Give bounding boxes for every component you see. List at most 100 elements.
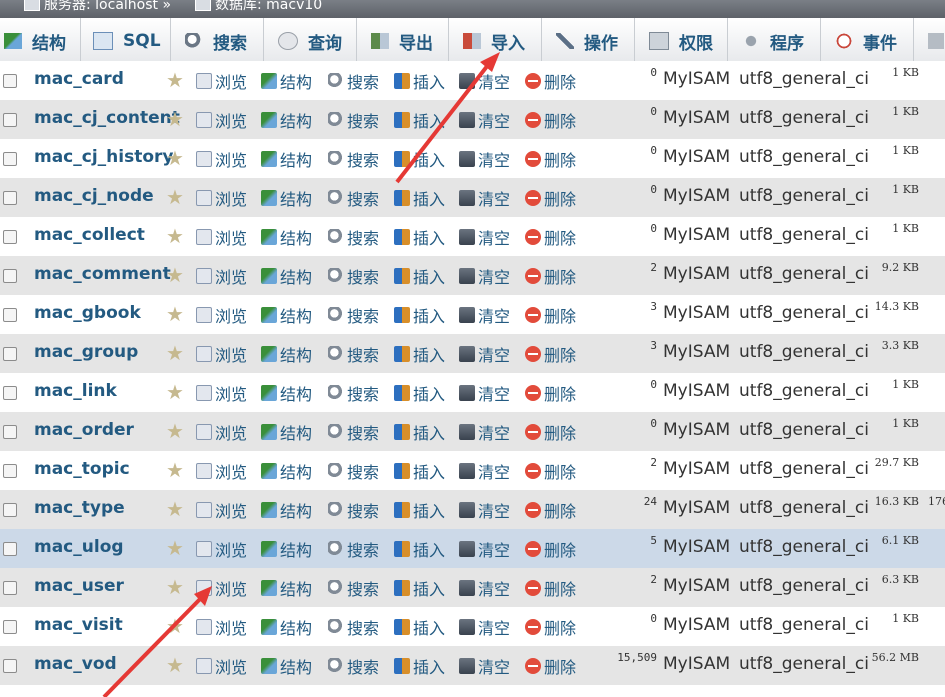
tab-query[interactable]: 查询 bbox=[264, 18, 357, 64]
table-name-link[interactable]: mac_vod bbox=[34, 654, 117, 674]
star-icon[interactable]: ★ bbox=[166, 538, 184, 558]
tab-structure[interactable]: 结构 bbox=[0, 18, 81, 64]
drop-action[interactable]: 删除 bbox=[525, 264, 576, 288]
drop-action[interactable]: 删除 bbox=[525, 420, 576, 444]
table-row[interactable]: mac_gbook ★ 浏览 结构 搜索 插入 清空 删除 3 MyISAM utf8_genera… bbox=[0, 295, 945, 334]
insert-action[interactable]: 插入 bbox=[394, 381, 445, 405]
insert-action[interactable]: 插入 bbox=[394, 225, 445, 249]
browse-action[interactable]: 浏览 bbox=[196, 147, 247, 171]
search-action[interactable]: 搜索 bbox=[328, 225, 379, 249]
drop-action[interactable]: 删除 bbox=[525, 225, 576, 249]
star-icon[interactable]: ★ bbox=[166, 655, 184, 675]
empty-action[interactable]: 清空 bbox=[459, 420, 510, 444]
table-row[interactable]: mac_user ★ 浏览 结构 搜索 插入 清空 删除 2 MyISAM utf8_general… bbox=[0, 568, 945, 607]
search-action[interactable]: 搜索 bbox=[328, 537, 379, 561]
table-name-link[interactable]: mac_collect bbox=[34, 225, 145, 245]
empty-action[interactable]: 清空 bbox=[459, 537, 510, 561]
drop-action[interactable]: 删除 bbox=[525, 498, 576, 522]
empty-action[interactable]: 清空 bbox=[459, 342, 510, 366]
structure-action[interactable]: 结构 bbox=[261, 381, 312, 405]
browse-action[interactable]: 浏览 bbox=[196, 420, 247, 444]
row-checkbox[interactable] bbox=[3, 659, 17, 673]
search-action[interactable]: 搜索 bbox=[328, 108, 379, 132]
insert-action[interactable]: 插入 bbox=[394, 615, 445, 639]
empty-action[interactable]: 清空 bbox=[459, 264, 510, 288]
browse-action[interactable]: 浏览 bbox=[196, 576, 247, 600]
browse-action[interactable]: 浏览 bbox=[196, 498, 247, 522]
star-icon[interactable]: ★ bbox=[166, 460, 184, 480]
tab-more[interactable] bbox=[914, 18, 945, 64]
drop-action[interactable]: 删除 bbox=[525, 108, 576, 132]
row-checkbox[interactable] bbox=[3, 464, 17, 478]
structure-action[interactable]: 结构 bbox=[261, 459, 312, 483]
drop-action[interactable]: 删除 bbox=[525, 537, 576, 561]
row-checkbox[interactable] bbox=[3, 386, 17, 400]
browse-action[interactable]: 浏览 bbox=[196, 303, 247, 327]
search-action[interactable]: 搜索 bbox=[328, 498, 379, 522]
browse-action[interactable]: 浏览 bbox=[196, 225, 247, 249]
table-name-link[interactable]: mac_link bbox=[34, 381, 117, 401]
insert-action[interactable]: 插入 bbox=[394, 342, 445, 366]
browse-action[interactable]: 浏览 bbox=[196, 537, 247, 561]
insert-action[interactable]: 插入 bbox=[394, 498, 445, 522]
star-icon[interactable]: ★ bbox=[166, 265, 184, 285]
drop-action[interactable]: 删除 bbox=[525, 342, 576, 366]
structure-action[interactable]: 结构 bbox=[261, 342, 312, 366]
search-action[interactable]: 搜索 bbox=[328, 420, 379, 444]
structure-action[interactable]: 结构 bbox=[261, 303, 312, 327]
search-action[interactable]: 搜索 bbox=[328, 576, 379, 600]
table-row[interactable]: mac_topic ★ 浏览 结构 搜索 插入 清空 删除 2 MyISAM utf8_genera… bbox=[0, 451, 945, 490]
insert-action[interactable]: 插入 bbox=[394, 264, 445, 288]
row-checkbox[interactable] bbox=[3, 542, 17, 556]
empty-action[interactable]: 清空 bbox=[459, 615, 510, 639]
empty-action[interactable]: 清空 bbox=[459, 303, 510, 327]
structure-action[interactable]: 结构 bbox=[261, 537, 312, 561]
table-row[interactable]: mac_collect ★ 浏览 结构 搜索 插入 清空 删除 0 MyISAM utf8_gene… bbox=[0, 217, 945, 256]
table-row[interactable]: mac_vod ★ 浏览 结构 搜索 插入 清空 删除 15,509 MyISAM utf8_gen… bbox=[0, 646, 945, 685]
browse-action[interactable]: 浏览 bbox=[196, 342, 247, 366]
row-checkbox[interactable] bbox=[3, 191, 17, 205]
search-action[interactable]: 搜索 bbox=[328, 264, 379, 288]
structure-action[interactable]: 结构 bbox=[261, 615, 312, 639]
insert-action[interactable]: 插入 bbox=[394, 654, 445, 678]
insert-action[interactable]: 插入 bbox=[394, 108, 445, 132]
table-name-link[interactable]: mac_gbook bbox=[34, 303, 141, 323]
tab-export[interactable]: 导出 bbox=[357, 18, 449, 64]
tab-routines[interactable]: 程序 bbox=[728, 18, 821, 64]
star-icon[interactable]: ★ bbox=[166, 109, 184, 129]
structure-action[interactable]: 结构 bbox=[261, 225, 312, 249]
structure-action[interactable]: 结构 bbox=[261, 147, 312, 171]
drop-action[interactable]: 删除 bbox=[525, 615, 576, 639]
star-icon[interactable]: ★ bbox=[166, 70, 184, 90]
table-name-link[interactable]: mac_ulog bbox=[34, 537, 124, 557]
row-checkbox[interactable] bbox=[3, 581, 17, 595]
star-icon[interactable]: ★ bbox=[166, 226, 184, 246]
table-name-link[interactable]: mac_order bbox=[34, 420, 134, 440]
table-name-link[interactable]: mac_card bbox=[34, 69, 124, 89]
table-name-link[interactable]: mac_comment bbox=[34, 264, 171, 284]
star-icon[interactable]: ★ bbox=[166, 616, 184, 636]
insert-action[interactable]: 插入 bbox=[394, 537, 445, 561]
row-checkbox[interactable] bbox=[3, 308, 17, 322]
table-row[interactable]: mac_ulog ★ 浏览 结构 搜索 插入 清空 删除 5 MyISAM utf8_general… bbox=[0, 529, 945, 568]
table-row[interactable]: mac_comment ★ 浏览 结构 搜索 插入 清空 删除 2 MyISAM utf8_gene… bbox=[0, 256, 945, 295]
empty-action[interactable]: 清空 bbox=[459, 186, 510, 210]
table-row[interactable]: mac_cj_content ★ 浏览 结构 搜索 插入 清空 删除 0 MyISAM utf8_g… bbox=[0, 100, 945, 139]
table-row[interactable]: mac_card ★ 浏览 结构 搜索 插入 清空 删除 0 MyISAM utf8_general… bbox=[0, 61, 945, 100]
insert-action[interactable]: 插入 bbox=[394, 186, 445, 210]
empty-action[interactable]: 清空 bbox=[459, 381, 510, 405]
search-action[interactable]: 搜索 bbox=[328, 303, 379, 327]
table-name-link[interactable]: mac_type bbox=[34, 498, 125, 518]
table-row[interactable]: mac_group ★ 浏览 结构 搜索 插入 清空 删除 3 MyISAM utf8_genera… bbox=[0, 334, 945, 373]
tab-sql[interactable]: SQL bbox=[81, 18, 171, 64]
table-row[interactable]: mac_link ★ 浏览 结构 搜索 插入 清空 删除 0 MyISAM utf8_general… bbox=[0, 373, 945, 412]
breadcrumb-server[interactable]: 服务器: localhost » bbox=[24, 0, 171, 12]
browse-action[interactable]: 浏览 bbox=[196, 381, 247, 405]
empty-action[interactable]: 清空 bbox=[459, 654, 510, 678]
table-row[interactable]: mac_cj_history ★ 浏览 结构 搜索 插入 清空 删除 0 MyISAM utf8_g… bbox=[0, 139, 945, 178]
tab-events[interactable]: 事件 bbox=[821, 18, 914, 64]
structure-action[interactable]: 结构 bbox=[261, 186, 312, 210]
star-icon[interactable]: ★ bbox=[166, 499, 184, 519]
star-icon[interactable]: ★ bbox=[166, 187, 184, 207]
structure-action[interactable]: 结构 bbox=[261, 264, 312, 288]
